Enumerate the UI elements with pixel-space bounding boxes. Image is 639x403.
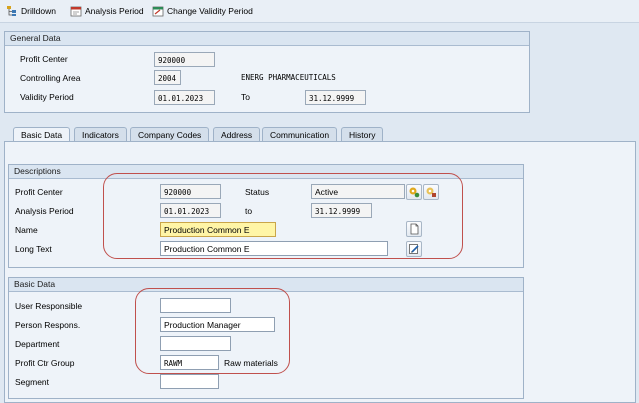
- change-validity-label: Change Validity Period: [167, 5, 253, 16]
- person-responsible-label: Person Respons.: [15, 320, 81, 330]
- validity-from-field[interactable]: 01.01.2023: [154, 90, 215, 105]
- long-text-label: Long Text: [15, 244, 52, 254]
- tab-company-codes[interactable]: Company Codes: [130, 127, 210, 141]
- analysis-from-field[interactable]: 01.01.2023: [160, 203, 221, 218]
- drilldown-icon: [7, 5, 16, 16]
- profit-center-label: Profit Center: [20, 54, 68, 64]
- status-lock-button[interactable]: [423, 184, 439, 200]
- tab-basic-data[interactable]: Basic Data: [13, 127, 71, 142]
- status-label: Status: [245, 187, 270, 197]
- long-text-field[interactable]: Production Common E: [160, 241, 388, 256]
- profit-ctr-group-field[interactable]: RAWM: [160, 355, 219, 370]
- edit-text-icon: [409, 244, 419, 254]
- tab-address[interactable]: Address: [213, 127, 261, 141]
- descriptions-title: Descriptions: [9, 165, 523, 179]
- descriptions-group: Descriptions Profit Center 920000 Status…: [8, 164, 524, 268]
- drilldown-label: Drilldown: [21, 5, 56, 16]
- validity-to-field[interactable]: 31.12.9999: [305, 90, 366, 105]
- analysis-to-label: to: [245, 206, 253, 216]
- status-activate-icon: [409, 187, 420, 198]
- change-validity-icon: [152, 6, 164, 16]
- basic-data-title: Basic Data: [9, 278, 523, 292]
- name-translate-button[interactable]: [406, 221, 422, 237]
- basic-data-group: Basic Data User Responsible Person Respo…: [8, 277, 524, 399]
- controlling-area-label: Controlling Area: [20, 73, 81, 83]
- segment-label: Segment: [15, 377, 50, 387]
- validity-period-label: Validity Period: [20, 92, 74, 102]
- tab-communication[interactable]: Communication: [262, 127, 338, 141]
- profit-ctr-group-text: Raw materials: [224, 358, 278, 368]
- application-toolbar: Drilldown Analysis Period Change Validit…: [0, 0, 639, 23]
- segment-field[interactable]: [160, 374, 219, 389]
- name-field[interactable]: Production Common E: [160, 222, 276, 237]
- person-responsible-field[interactable]: Production Manager: [160, 317, 275, 332]
- analysis-to-field[interactable]: 31.12.9999: [311, 203, 372, 218]
- controlling-area-text: ENERG PHARMACEUTICALS: [241, 73, 336, 82]
- controlling-area-field[interactable]: 2004: [154, 70, 181, 85]
- change-validity-button[interactable]: Change Validity Period: [152, 3, 253, 18]
- user-responsible-label: User Responsible: [15, 301, 83, 311]
- analysis-period-icon: [70, 6, 82, 16]
- analysis-period-field-label: Analysis Period: [15, 206, 74, 216]
- general-data-group: General Data Profit Center 920000 Contro…: [4, 31, 530, 113]
- department-field[interactable]: [160, 336, 231, 351]
- desc-profit-center-field[interactable]: 920000: [160, 184, 221, 199]
- drilldown-button[interactable]: Drilldown: [6, 3, 56, 18]
- tab-indicators[interactable]: Indicators: [74, 127, 127, 141]
- validity-to-label: To: [241, 92, 250, 102]
- profit-center-field[interactable]: 920000: [154, 52, 215, 67]
- user-responsible-field[interactable]: [160, 298, 231, 313]
- name-label: Name: [15, 225, 38, 235]
- analysis-period-label: Analysis Period: [85, 5, 144, 16]
- general-data-title: General Data: [5, 32, 529, 46]
- long-text-edit-button[interactable]: [406, 241, 422, 257]
- department-label: Department: [15, 339, 60, 349]
- profit-ctr-group-label: Profit Ctr Group: [15, 358, 75, 368]
- status-field[interactable]: Active: [311, 184, 405, 199]
- desc-profit-center-label: Profit Center: [15, 187, 63, 197]
- status-lock-icon: [426, 187, 436, 197]
- analysis-period-button[interactable]: Analysis Period: [70, 3, 144, 18]
- status-activate-button[interactable]: [406, 184, 422, 200]
- translate-page-icon: [410, 223, 419, 235]
- tab-history[interactable]: History: [341, 127, 384, 141]
